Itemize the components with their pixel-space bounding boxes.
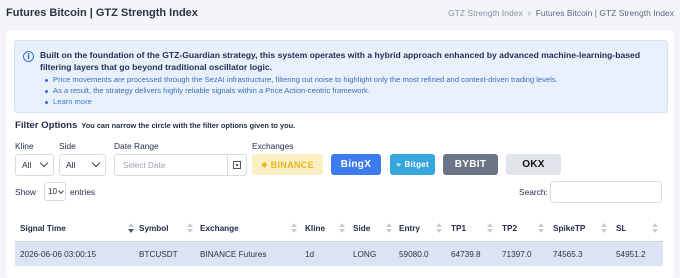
- filter-options-heading: Filter Options You can narrow the circle…: [15, 120, 295, 131]
- breadcrumb-current: Futures Bitcoin | GTZ Strength Index: [535, 8, 674, 18]
- search-label: Search:: [519, 187, 548, 197]
- bitget-logo-icon: »: [396, 160, 402, 169]
- column-header-label: Entry: [399, 223, 420, 233]
- cell-symbol: BTCUSDT: [139, 249, 178, 259]
- breadcrumb-separator-icon: ›: [527, 8, 531, 18]
- column-header-spiketp[interactable]: SpikeTP: [553, 214, 585, 242]
- exchange-bingx-label: BingX: [340, 159, 372, 170]
- column-header-label: SpikeTP: [553, 223, 586, 233]
- exchange-bybit-label: BYBIT: [454, 159, 487, 170]
- sort-icon: [291, 223, 297, 233]
- column-header-tp2[interactable]: TP2: [502, 214, 517, 242]
- exchange-binance-label: BINANCE: [270, 159, 314, 170]
- cell-side: LONG: [353, 249, 377, 259]
- column-header-symbol[interactable]: Symbol: [139, 214, 169, 242]
- info-alert: i Built on the foundation of the GTZ-Gua…: [14, 40, 668, 113]
- top-bar: Futures Bitcoin | GTZ Strength Index GTZ…: [0, 0, 680, 26]
- info-icon: i: [23, 51, 34, 62]
- cell-exchange: BINANCE Futures: [200, 249, 267, 259]
- kline-select[interactable]: All: [15, 154, 54, 176]
- side-label: Side: [59, 141, 76, 151]
- exchange-bitget-label: Bitget: [404, 160, 429, 169]
- info-bullet: As a result, the strategy delivers highl…: [45, 86, 558, 97]
- calendar-button[interactable]: [228, 154, 247, 176]
- entries-label: entries: [69, 186, 96, 197]
- breadcrumb-link-gtz-strength-index[interactable]: GTZ Strength Index: [448, 8, 523, 18]
- date-range-label: Date Range: [114, 141, 159, 151]
- column-header-entry[interactable]: Entry: [399, 214, 420, 242]
- kline-select-value: All: [22, 160, 32, 170]
- exchanges-label: Exchanges: [252, 141, 294, 151]
- cell-tp1: 64739.8: [451, 249, 481, 259]
- exchange-bingx-button[interactable]: BingX: [331, 154, 381, 175]
- sort-icon: [187, 223, 193, 233]
- exchange-bitget-button[interactable]: » Bitget: [390, 154, 435, 175]
- column-header-label: Signal Time: [20, 223, 66, 233]
- cell-tp2: 71397.0: [502, 249, 532, 259]
- chevron-down-icon: [91, 158, 101, 168]
- breadcrumb: GTZ Strength Index › Futures Bitcoin | G…: [448, 8, 674, 18]
- sort-icon: [652, 223, 658, 233]
- cell-signal-time: 2026-06-06 03:00:15: [20, 249, 97, 259]
- column-header-label: Symbol: [139, 223, 169, 233]
- cell-kline: 1d: [305, 249, 315, 259]
- column-header-label: Exchange: [200, 223, 239, 233]
- column-header-label: TP2: [502, 223, 518, 233]
- filter-options-subtitle: You can narrow the circle with the filte…: [81, 121, 296, 130]
- column-header-exchange[interactable]: Exchange: [200, 214, 239, 242]
- learn-more-link[interactable]: Learn more: [45, 97, 558, 108]
- column-header-label: Kline: [305, 223, 326, 233]
- column-header-tp1[interactable]: TP1: [451, 214, 466, 242]
- search-input[interactable]: [550, 181, 662, 203]
- sort-icon: [339, 223, 345, 233]
- binance-logo-icon: ◆: [261, 160, 268, 169]
- table-row[interactable]: 2026-06-06 03:00:15 BTCUSDT BINANCE Futu…: [15, 242, 663, 266]
- exchange-okx-label: OKX: [522, 159, 545, 170]
- sort-desc-icon: [128, 223, 134, 233]
- sort-icon: [386, 223, 392, 233]
- main-card: i Built on the foundation of the GTZ-Gua…: [6, 30, 674, 278]
- column-header-signal-time[interactable]: Signal Time: [20, 214, 66, 242]
- page-length-select[interactable]: 10: [43, 182, 66, 201]
- date-range-input[interactable]: Select Date: [114, 154, 228, 176]
- exchange-binance-button[interactable]: ◆ BINANCE: [252, 154, 323, 175]
- show-label: Show: [15, 186, 36, 197]
- side-select-value: All: [66, 160, 76, 170]
- page-title: Futures Bitcoin | GTZ Strength Index: [6, 7, 198, 19]
- info-headline: Built on the foundation of the GTZ-Guard…: [40, 50, 641, 72]
- info-bullet-list: Price movements are processed through th…: [45, 75, 558, 108]
- filter-options-title: Filter Options: [15, 120, 78, 131]
- column-header-side[interactable]: Side: [353, 214, 370, 242]
- chevron-down-icon: [39, 158, 49, 168]
- sort-icon: [487, 223, 493, 233]
- column-header-label: SL: [616, 223, 627, 233]
- column-header-sl[interactable]: SL: [616, 214, 626, 242]
- cell-sl: 54951.2: [616, 249, 646, 259]
- calendar-icon: [233, 161, 241, 169]
- table-header-row: Signal Time Symbol Exchange Kline Side E…: [15, 214, 663, 242]
- info-bullet: Price movements are processed through th…: [45, 75, 558, 84]
- exchange-bybit-button[interactable]: BYBIT: [443, 154, 498, 175]
- sort-icon: [601, 223, 607, 233]
- column-header-label: TP1: [451, 223, 467, 233]
- side-select[interactable]: All: [59, 154, 106, 176]
- column-header-kline[interactable]: Kline: [305, 214, 325, 242]
- page-length-control: Show 10 entries: [15, 182, 95, 201]
- cell-spiketp: 74565.3: [553, 249, 583, 259]
- sort-icon: [538, 223, 544, 233]
- page: Futures Bitcoin | GTZ Strength Index GTZ…: [0, 0, 680, 278]
- sort-icon: [436, 223, 442, 233]
- chevron-down-icon: [58, 188, 64, 194]
- cell-entry: 59080.0: [399, 249, 429, 259]
- exchange-okx-button[interactable]: OKX: [506, 154, 561, 175]
- column-header-label: Side: [353, 223, 371, 233]
- page-length-value: 10: [47, 187, 58, 196]
- kline-label: Kline: [15, 141, 34, 151]
